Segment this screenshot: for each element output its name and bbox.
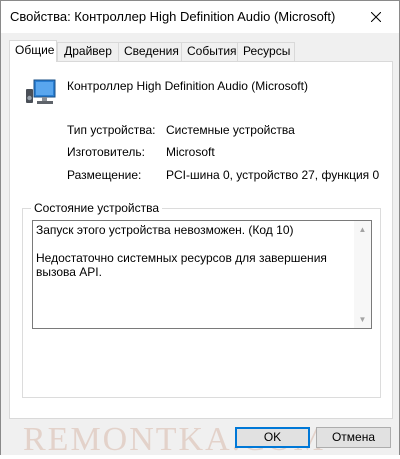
tab-details[interactable]: Сведения (118, 42, 182, 61)
cancel-button[interactable]: Отмена (316, 427, 391, 448)
speaker-monitor-icon (25, 76, 57, 108)
manufacturer-value: Microsoft (166, 145, 215, 159)
tab-events[interactable]: События (181, 42, 238, 61)
general-tab-panel: Контроллер High Definition Audio (Micros… (9, 61, 393, 419)
device-type-value: Системные устройства (166, 123, 295, 137)
title-bar: Свойства: Контроллер High Definition Aud… (1, 1, 399, 33)
window-title: Свойства: Контроллер High Definition Aud… (10, 9, 336, 24)
tab-strip: Общие Драйвер Сведения События Ресурсы (9, 40, 393, 62)
scroll-up-icon[interactable]: ▲ (354, 221, 371, 238)
device-status-text: Запуск этого устройства невозможен. (Код… (36, 223, 327, 279)
close-button[interactable] (353, 1, 399, 33)
device-status-title: Состояние устройства (31, 201, 163, 215)
device-name: Контроллер High Definition Audio (Micros… (67, 79, 308, 93)
dialog-footer: REMONTKA.COM OK Отмена (1, 419, 399, 458)
close-icon (371, 12, 381, 22)
ok-button[interactable]: OK (235, 427, 310, 448)
manufacturer-label: Изготовитель: (67, 145, 145, 159)
tab-driver[interactable]: Драйвер (57, 42, 119, 61)
status-scrollbar[interactable]: ▲ ▼ (354, 221, 371, 328)
tab-resources[interactable]: Ресурсы (237, 42, 295, 61)
tab-general[interactable]: Общие (9, 40, 57, 62)
location-value: PCI-шина 0, устройство 27, функция 0 (166, 168, 380, 182)
location-label: Размещение: (67, 168, 142, 182)
device-type-label: Тип устройства: (67, 123, 156, 137)
device-status-group: Состояние устройства Запуск этого устрой… (22, 201, 381, 398)
scroll-down-icon[interactable]: ▼ (354, 311, 371, 328)
device-status-textbox[interactable]: Запуск этого устройства невозможен. (Код… (32, 220, 372, 329)
properties-dialog: Свойства: Контроллер High Definition Aud… (0, 0, 400, 458)
